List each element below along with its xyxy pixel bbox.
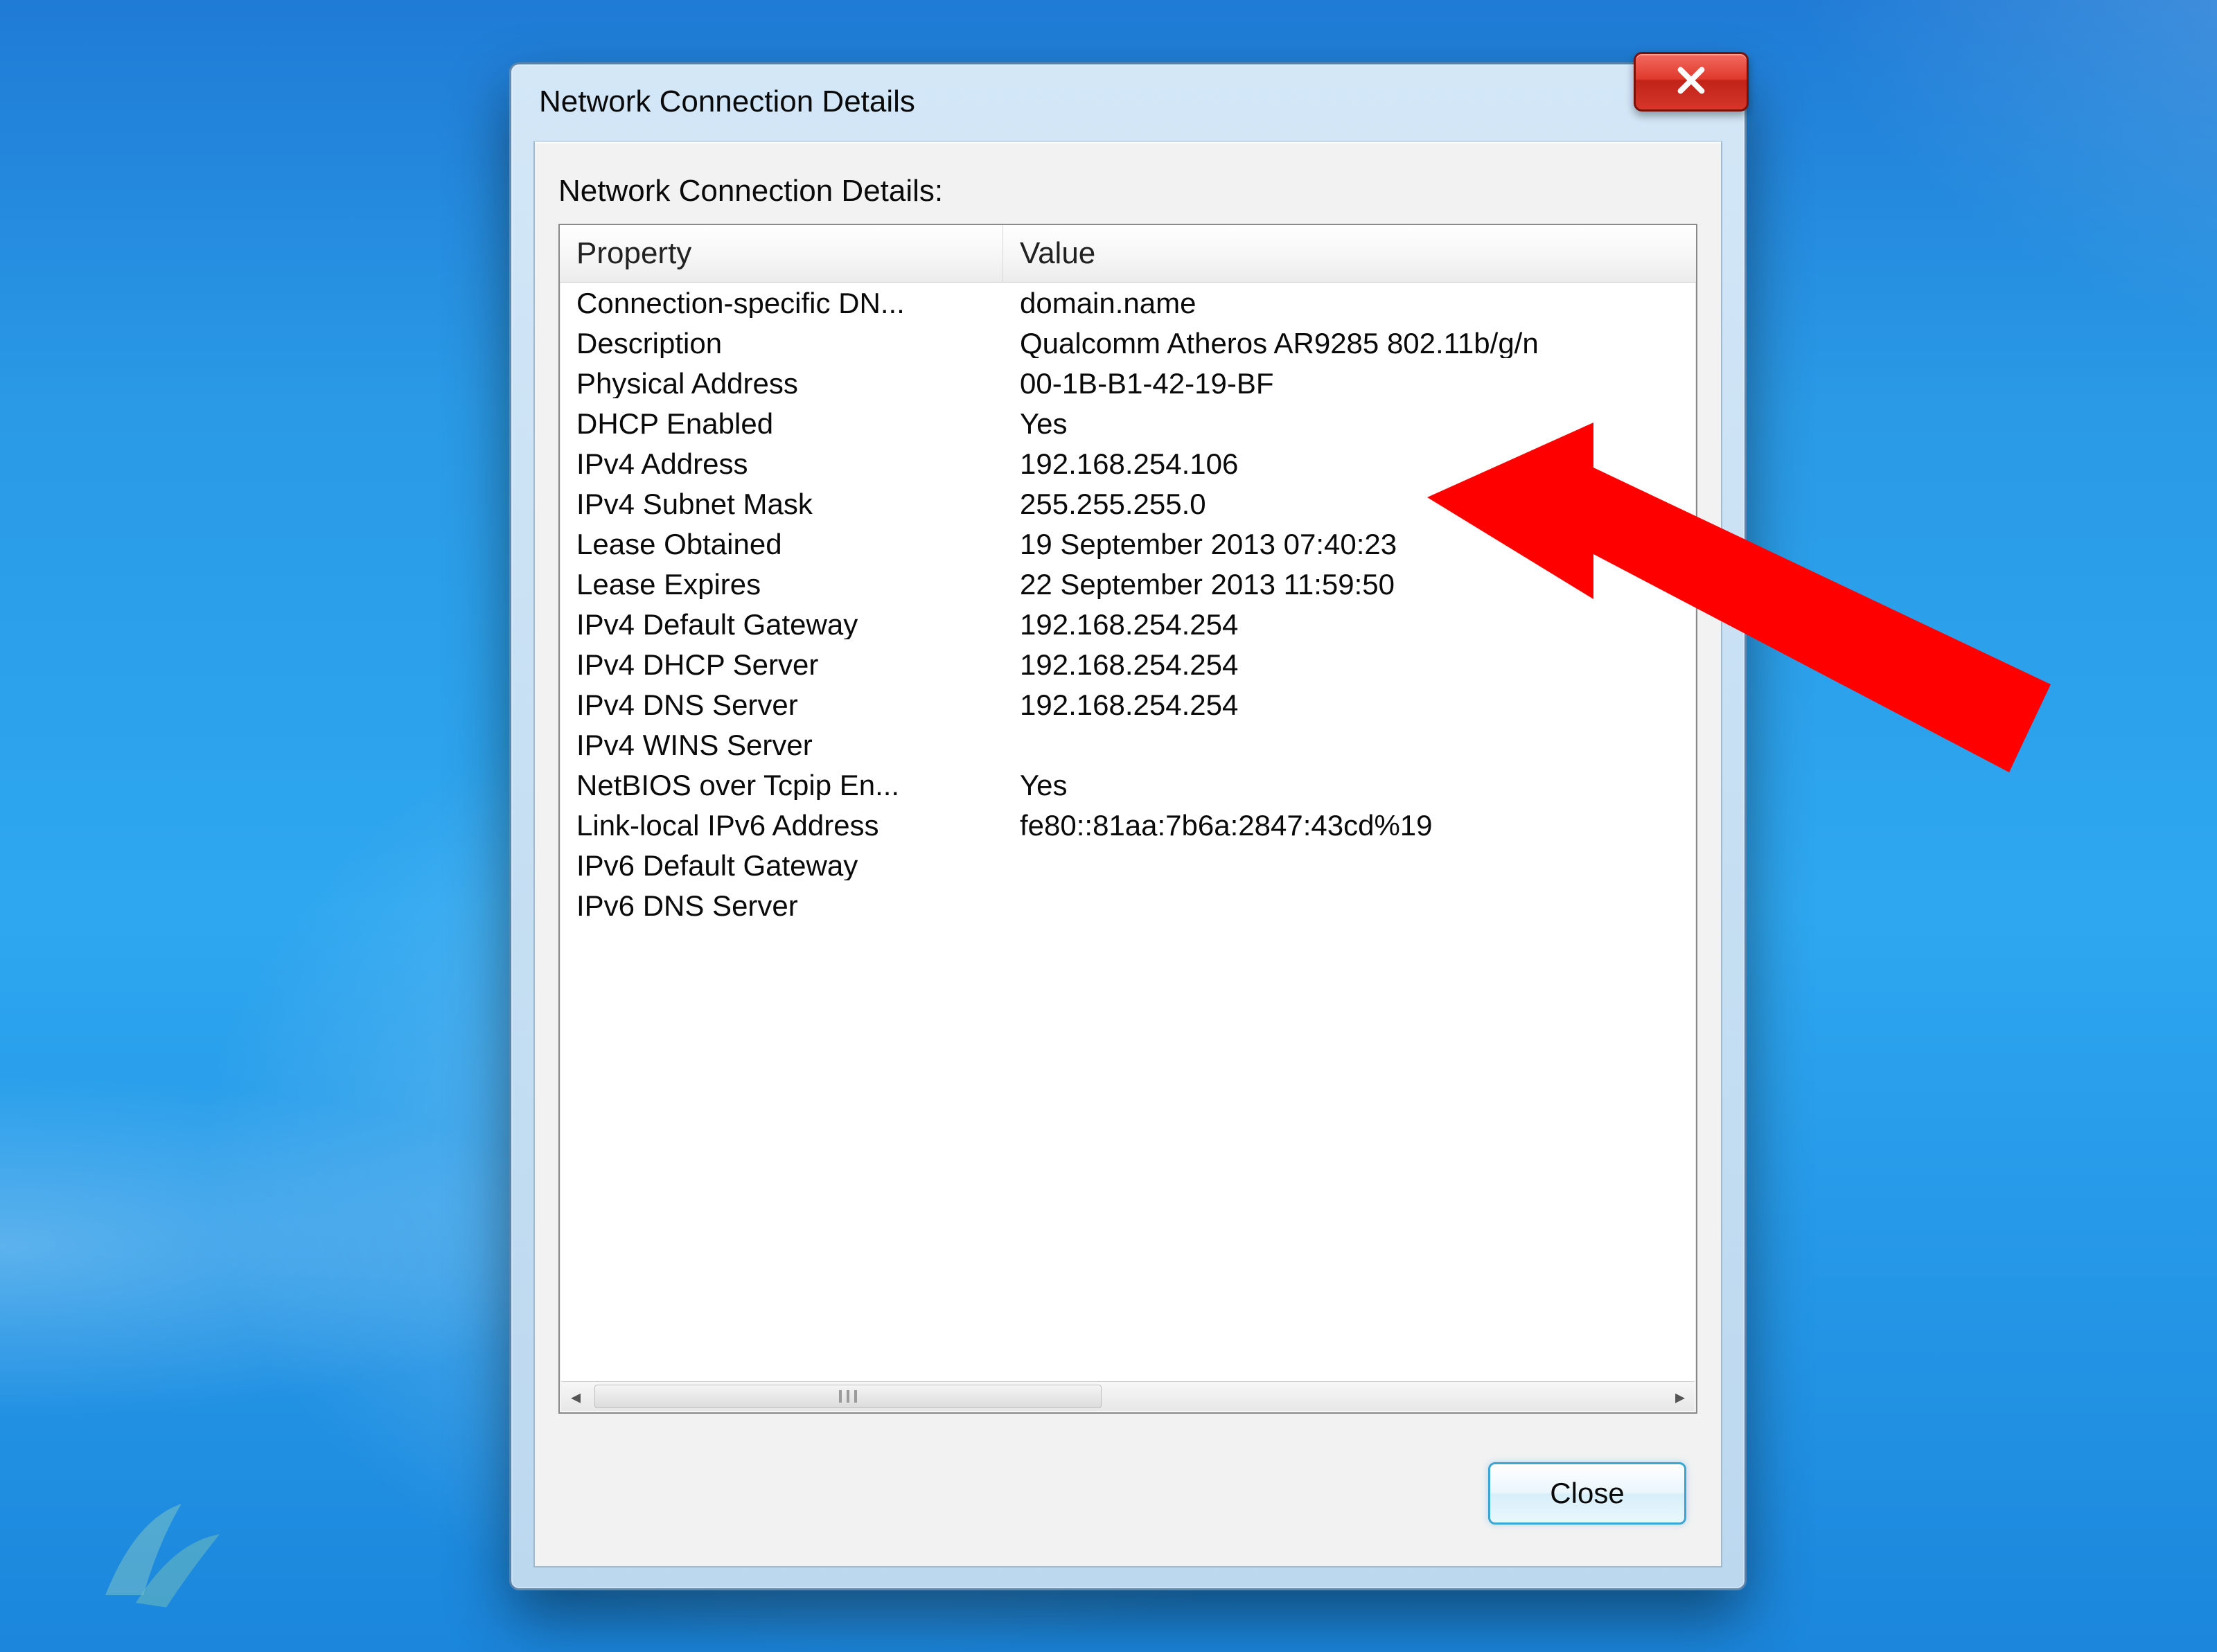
desktop-background: Network Connection Details Network Conne… — [0, 0, 2217, 1652]
value-cell: 22 September 2013 11:59:50 — [1003, 570, 1696, 599]
table-row[interactable]: IPv4 DNS Server192.168.254.254 — [560, 685, 1696, 725]
property-cell: Link-local IPv6 Address — [560, 811, 1003, 840]
close-button[interactable] — [1634, 52, 1749, 112]
dialog-client-area: Network Connection Details: Property Val… — [533, 141, 1722, 1567]
scroll-right-icon[interactable]: ▸ — [1666, 1382, 1695, 1411]
table-row[interactable]: IPv6 Default Gateway — [560, 846, 1696, 886]
table-row[interactable]: Lease Expires22 September 2013 11:59:50 — [560, 565, 1696, 605]
listview-body: Connection-specific DN...domain.nameDesc… — [560, 283, 1696, 1380]
details-listview[interactable]: Property Value Connection-specific DN...… — [558, 224, 1697, 1414]
property-cell: Physical Address — [560, 369, 1003, 398]
value-cell: 192.168.254.254 — [1003, 691, 1696, 720]
property-cell: NetBIOS over Tcpip En... — [560, 771, 1003, 800]
table-row[interactable]: Physical Address00-1B-B1-42-19-BF — [560, 364, 1696, 404]
column-header-value[interactable]: Value — [1003, 225, 1696, 282]
property-cell: IPv6 DNS Server — [560, 891, 1003, 921]
table-row[interactable]: Link-local IPv6 Addressfe80::81aa:7b6a:2… — [560, 806, 1696, 846]
close-icon — [1675, 64, 1707, 100]
close-dialog-button[interactable]: Close — [1488, 1462, 1686, 1525]
table-row[interactable]: IPv4 Default Gateway192.168.254.254 — [560, 605, 1696, 645]
table-row[interactable]: Lease Obtained19 September 2013 07:40:23 — [560, 524, 1696, 565]
table-row[interactable]: IPv4 DHCP Server192.168.254.254 — [560, 645, 1696, 685]
value-cell: 192.168.254.254 — [1003, 650, 1696, 680]
listview-header[interactable]: Property Value — [560, 225, 1696, 283]
value-cell: Qualcomm Atheros AR9285 802.11b/g/n — [1003, 329, 1696, 358]
value-cell: fe80::81aa:7b6a:2847:43cd%19 — [1003, 811, 1696, 840]
table-row[interactable]: IPv6 DNS Server — [560, 886, 1696, 926]
property-cell: IPv6 Default Gateway — [560, 851, 1003, 880]
value-cell: Yes — [1003, 409, 1696, 438]
scroll-thumb[interactable] — [594, 1385, 1102, 1408]
table-row[interactable]: IPv4 WINS Server — [560, 725, 1696, 765]
section-label: Network Connection Details: — [558, 174, 943, 208]
scroll-left-icon[interactable]: ◂ — [561, 1382, 590, 1411]
property-cell: Lease Obtained — [560, 530, 1003, 559]
scroll-track[interactable] — [590, 1382, 1666, 1411]
table-row[interactable]: DescriptionQualcomm Atheros AR9285 802.1… — [560, 323, 1696, 364]
table-row[interactable]: DHCP EnabledYes — [560, 404, 1696, 444]
property-cell: DHCP Enabled — [560, 409, 1003, 438]
dialog-network-connection-details: Network Connection Details Network Conne… — [509, 62, 1747, 1590]
table-row[interactable]: NetBIOS over Tcpip En...Yes — [560, 765, 1696, 806]
close-dialog-button-label: Close — [1550, 1477, 1624, 1510]
property-cell: IPv4 Address — [560, 450, 1003, 479]
value-cell: 19 September 2013 07:40:23 — [1003, 530, 1696, 559]
value-cell: Yes — [1003, 771, 1696, 800]
value-cell: domain.name — [1003, 289, 1696, 318]
value-cell: 192.168.254.106 — [1003, 450, 1696, 479]
property-cell: Connection-specific DN... — [560, 289, 1003, 318]
column-header-property[interactable]: Property — [560, 225, 1003, 282]
value-cell: 00-1B-B1-42-19-BF — [1003, 369, 1696, 398]
table-row[interactable]: IPv4 Address192.168.254.106 — [560, 444, 1696, 484]
value-cell: 192.168.254.254 — [1003, 610, 1696, 639]
property-cell: Lease Expires — [560, 570, 1003, 599]
property-cell: IPv4 DNS Server — [560, 691, 1003, 720]
property-cell: IPv4 DHCP Server — [560, 650, 1003, 680]
property-cell: Description — [560, 329, 1003, 358]
titlebar[interactable]: Network Connection Details — [511, 64, 1745, 139]
window-title: Network Connection Details — [539, 85, 915, 119]
table-row[interactable]: Connection-specific DN...domain.name — [560, 283, 1696, 323]
value-cell: 255.255.255.0 — [1003, 490, 1696, 519]
property-cell: IPv4 Subnet Mask — [560, 490, 1003, 519]
table-row[interactable]: IPv4 Subnet Mask255.255.255.0 — [560, 484, 1696, 524]
horizontal-scrollbar[interactable]: ◂ ▸ — [561, 1381, 1695, 1411]
windows-leaf-accent — [90, 1458, 242, 1610]
property-cell: IPv4 WINS Server — [560, 731, 1003, 760]
property-cell: IPv4 Default Gateway — [560, 610, 1003, 639]
